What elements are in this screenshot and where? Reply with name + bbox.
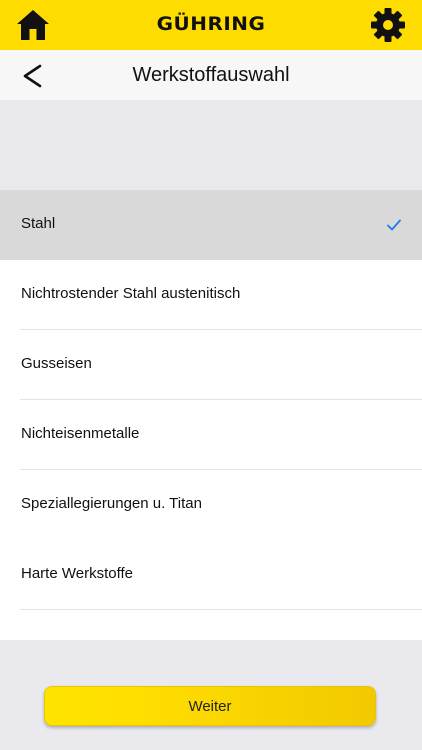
list-item-label: Harte Werkstoffe xyxy=(21,565,133,582)
list-item-label: Stahl xyxy=(21,215,56,232)
guehring-logo: GÜHRING xyxy=(156,13,266,35)
row-divider xyxy=(20,609,422,610)
list-item[interactable]: Stahl xyxy=(0,190,422,260)
list-item-label: Speziallegierungen u. Titan xyxy=(21,495,202,512)
next-button[interactable]: Weiter xyxy=(44,686,376,726)
list-item[interactable]: Nichtrostender Stahl austenitisch xyxy=(0,260,422,330)
list-item-label: Nichteisenmetalle xyxy=(21,425,140,442)
app-screen: GÜHRING Werkstoffauswahl Stahl Nichtrost… xyxy=(0,0,422,750)
list-item[interactable]: Nichteisenmetalle xyxy=(0,400,422,470)
brand-bar: GÜHRING xyxy=(0,0,422,50)
checkmark-icon xyxy=(387,219,401,231)
page-title: Werkstoffauswahl xyxy=(132,64,290,86)
list-item[interactable]: Speziallegierungen u. Titan xyxy=(0,470,422,540)
material-list: Stahl Nichtrostender Stahl austenitisch … xyxy=(0,190,422,640)
list-item[interactable]: Harte Werkstoffe xyxy=(0,540,422,610)
list-item[interactable]: Gusseisen xyxy=(0,330,422,400)
gear-icon xyxy=(371,8,405,42)
list-item-label: Gusseisen xyxy=(21,355,92,372)
navigation-bar: Werkstoffauswahl xyxy=(0,50,422,100)
settings-button[interactable] xyxy=(369,6,407,44)
list-item-label: Nichtrostender Stahl austenitisch xyxy=(21,285,241,302)
